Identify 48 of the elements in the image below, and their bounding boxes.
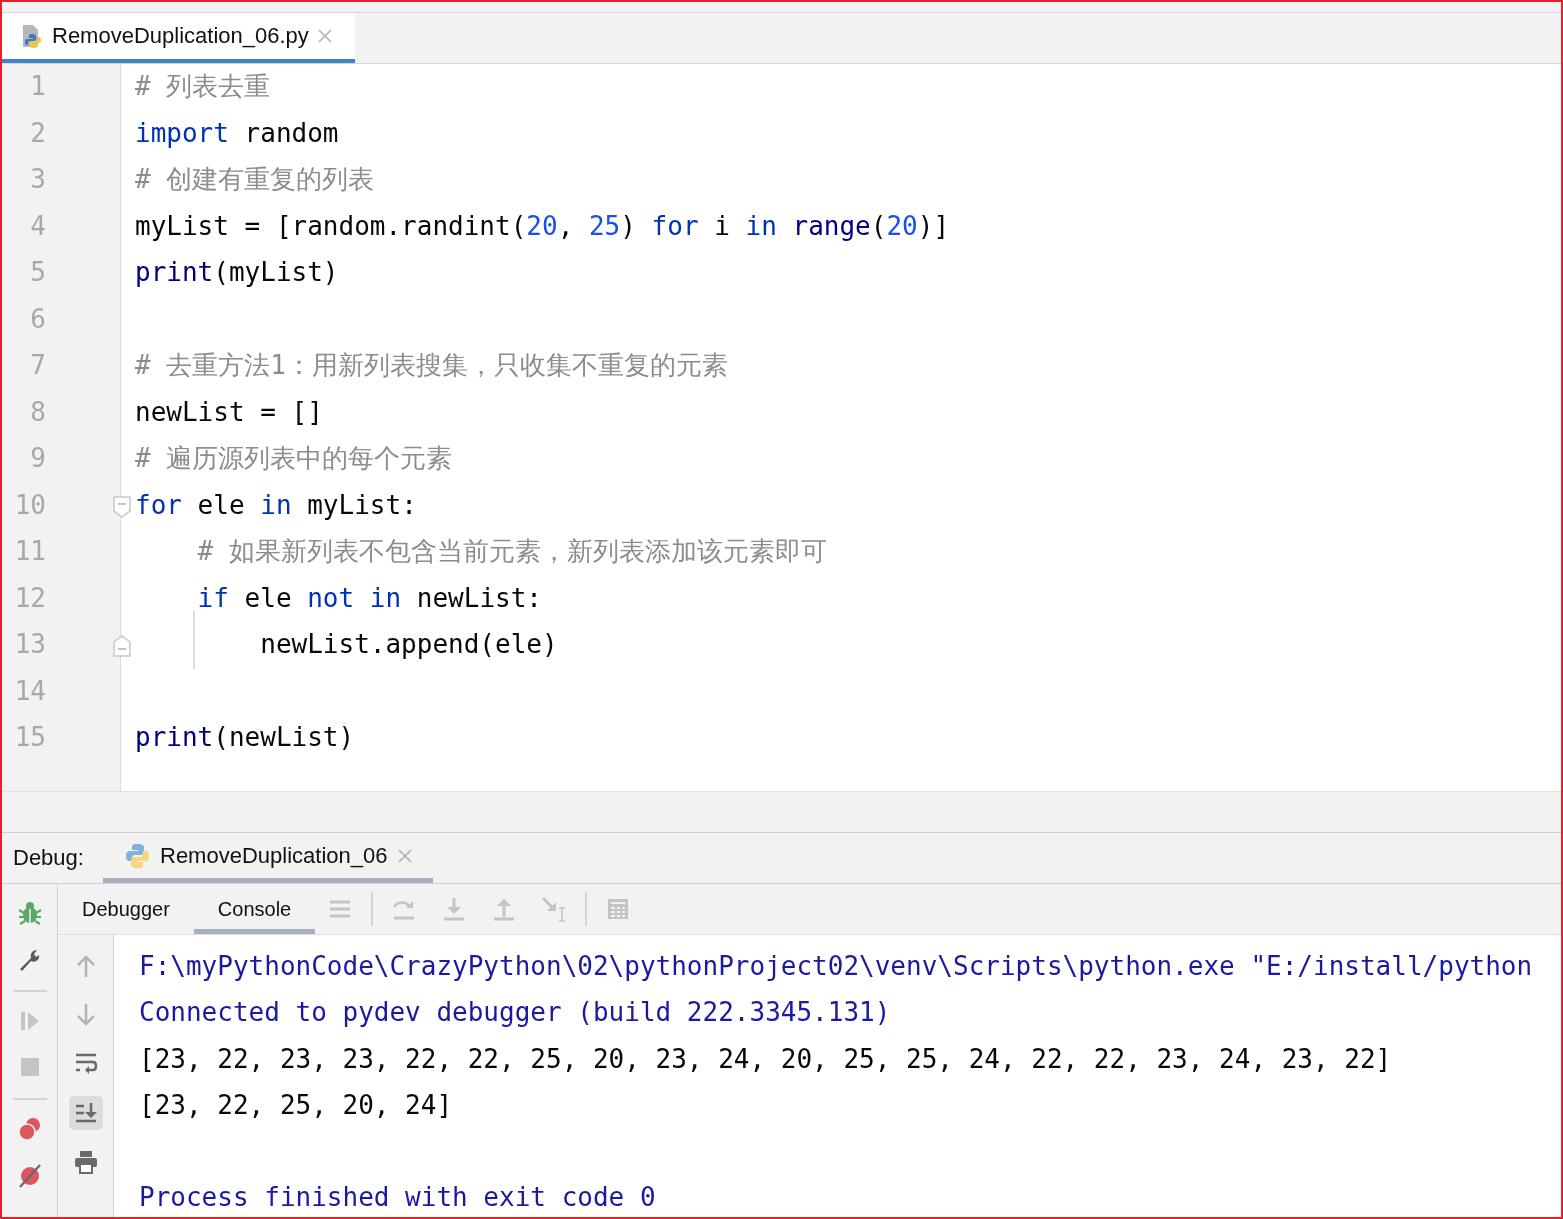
- console-line: [23, 22, 25, 20, 24]: [139, 1088, 454, 1122]
- code-line: newList.append(ele): [259, 628, 558, 660]
- python-file-icon: [20, 23, 44, 49]
- code-line: print(myList): [135, 256, 339, 288]
- console-line: [23, 22, 23, 23, 22, 22, 25, 20, 23, 24, 20, 25, 25, 24, 22, 22, 23, 24, 23, 22]: [139, 1042, 1393, 1076]
- console-line: Connected to pydev debugger (build 222.3345.131): [139, 996, 892, 1030]
- line-number: 11: [14, 535, 46, 567]
- fold-marker-icon[interactable]: [113, 495, 131, 518]
- run-to-cursor-icon: [541, 896, 568, 922]
- python-icon: [125, 841, 150, 870]
- printer-icon: [72, 1149, 99, 1175]
- code-line: if ele not in newList:: [196, 581, 542, 614]
- breakpoints-icon: [16, 1116, 43, 1142]
- line-number: 15: [14, 721, 46, 753]
- line-number: 7: [30, 349, 46, 381]
- line-number: 2: [30, 116, 46, 149]
- mute-breakpoints-icon: [16, 1162, 43, 1188]
- panel-tab[interactable]: Debugger: [58, 884, 194, 934]
- code-line: print(newList): [135, 721, 355, 753]
- panel-title: Debug:: [13, 845, 85, 871]
- file-tab[interactable]: RemoveDuplication_06.py: [2, 13, 355, 63]
- line-number: 4: [30, 209, 46, 242]
- code-line: # 如果新列表不包含当前元素，新列表添加该元素即可: [196, 535, 827, 567]
- code-line: newList = []: [135, 395, 323, 428]
- line-number: 14: [14, 674, 46, 707]
- code-line: myList = [random.randint(20, 25) for i in range(20)]: [135, 209, 950, 242]
- code-line: # 去重方法1：用新列表搜集，只收集不重复的元素: [135, 349, 728, 381]
- line-number: 6: [30, 302, 46, 335]
- bug-icon: [16, 900, 43, 926]
- line-number: 10: [14, 488, 46, 521]
- line-number: 8: [30, 395, 46, 428]
- close-icon: [316, 28, 333, 44]
- code-line: # 创建有重复的列表: [135, 163, 375, 195]
- code-line: for ele in myList:: [135, 488, 417, 521]
- code-line: # 列表去重: [135, 70, 271, 102]
- line-number: 9: [30, 442, 46, 474]
- line-number: 12: [14, 581, 46, 614]
- close-icon: [397, 847, 414, 864]
- console-line: F:\myPythonCode\CrazyPython\02\pythonProject02\venv\Scripts\python.exe "E:/install/python: [139, 950, 1534, 983]
- line-number: 1: [30, 70, 46, 102]
- line-number: 3: [30, 163, 46, 195]
- line-number: 5: [30, 256, 46, 288]
- line-number: 13: [14, 628, 46, 660]
- console-line: Process finished with exit code 0: [139, 1181, 657, 1215]
- fold-marker-icon[interactable]: [113, 635, 131, 657]
- code-line: # 遍历源列表中的每个元素: [135, 442, 453, 474]
- scroll-to-end-button[interactable]: [68, 1096, 103, 1130]
- code-line: import random: [135, 116, 339, 149]
